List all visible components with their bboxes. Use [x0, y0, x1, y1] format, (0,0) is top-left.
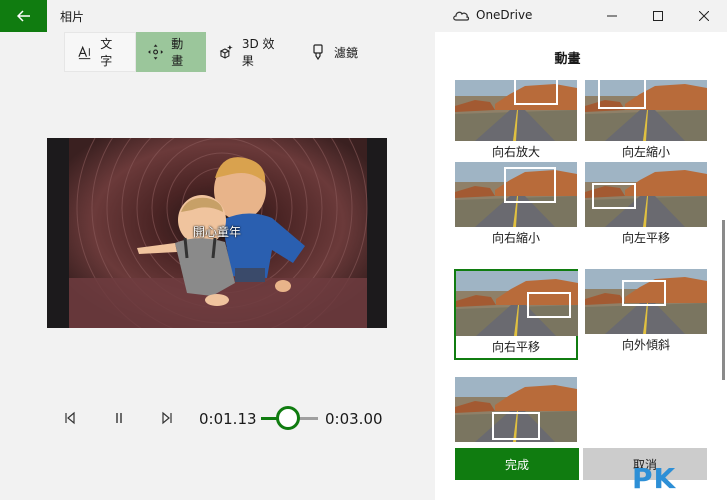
edit-toolbar: 文字 動畫 3D 效果 濾鏡: [64, 32, 378, 72]
onedrive-status[interactable]: OneDrive: [452, 8, 532, 22]
back-button[interactable]: [0, 0, 47, 32]
motion-tool-label: 動畫: [171, 37, 184, 68]
animation-option[interactable]: 向左平移: [585, 162, 707, 249]
maximize-icon: [653, 11, 663, 21]
animation-option[interactable]: 向右縮小: [455, 162, 577, 249]
animation-label: 向左縮小: [621, 145, 670, 159]
text-tool-label: 文字: [100, 37, 113, 68]
animation-label: 向右放大: [491, 145, 540, 159]
cloud-icon: [453, 11, 470, 21]
minimize-icon: [607, 15, 617, 17]
close-icon: [699, 11, 709, 21]
app-title: 相片: [60, 10, 85, 24]
animation-option[interactable]: 向右放大: [455, 80, 577, 163]
animation-option[interactable]: 向外傾斜: [585, 269, 707, 356]
animation-option[interactable]: 向左縮小: [585, 80, 707, 163]
thumb-desert-road: [455, 162, 577, 227]
text-tool-button[interactable]: 文字: [64, 32, 136, 72]
done-button[interactable]: 完成: [455, 448, 579, 480]
playback-controls: 0:01.13 0:03.00: [60, 402, 390, 434]
title-bar: 相片 OneDrive: [0, 0, 727, 32]
thumb-desert-road: [585, 80, 707, 141]
close-button[interactable]: [681, 0, 727, 32]
back-arrow-icon: [16, 10, 30, 22]
previous-frame-button[interactable]: [62, 410, 78, 426]
total-time: 0:03.00: [325, 410, 383, 428]
seek-thumb[interactable]: [275, 406, 300, 430]
animation-label: 向右平移: [491, 340, 540, 354]
filters-label: 濾鏡: [334, 45, 359, 60]
thumb-desert-road: [585, 269, 707, 334]
animation-panel: 動畫 向右放大 向左縮小 向右縮小 向左平移 向右平移 向外傾斜: [435, 32, 727, 500]
3d-effects-button[interactable]: 3D 效果: [206, 32, 298, 72]
animation-label: 向外傾斜: [621, 338, 670, 352]
motion-tool-button[interactable]: 動畫: [136, 32, 206, 72]
3d-effects-icon: [219, 45, 233, 59]
animation-label: 向右縮小: [491, 231, 540, 245]
current-time: 0:01.13: [199, 410, 257, 428]
onedrive-label: OneDrive: [476, 8, 533, 22]
panel-scrollbar[interactable]: [722, 220, 725, 380]
minimize-button[interactable]: [589, 0, 635, 32]
maximize-button[interactable]: [635, 0, 681, 32]
step-forward-icon: [162, 411, 172, 425]
preview-caption: 開心童年: [192, 225, 241, 239]
3d-effects-label: 3D 效果: [241, 37, 275, 68]
thumb-desert-road: [455, 377, 577, 442]
animation-label: 向左平移: [621, 231, 670, 245]
next-frame-button[interactable]: [159, 410, 175, 426]
animation-option-selected[interactable]: 向右平移: [454, 269, 578, 360]
watermark-logo: PK: [632, 462, 677, 495]
animation-list[interactable]: 向右放大 向左縮小 向右縮小 向左平移 向右平移 向外傾斜: [435, 80, 719, 460]
pause-button[interactable]: [111, 410, 127, 426]
video-preview[interactable]: 開心童年: [47, 138, 387, 328]
filter-brush-icon: [313, 44, 323, 60]
thumb-desert-road: [455, 80, 577, 141]
motion-icon: [148, 44, 164, 60]
pause-icon: [116, 413, 122, 423]
panel-title: 動畫: [554, 52, 581, 67]
thumb-desert-road: [456, 271, 578, 336]
thumb-desert-road: [585, 162, 707, 227]
text-icon: [78, 45, 91, 60]
filters-button[interactable]: 濾鏡: [298, 32, 378, 72]
step-back-icon: [65, 411, 75, 425]
